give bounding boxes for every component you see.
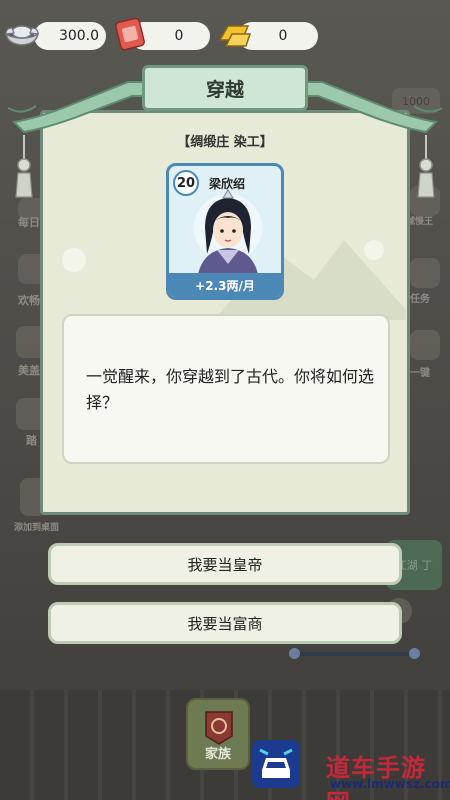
progress-knob-end (409, 648, 420, 659)
popup-title: 穿越 (142, 65, 308, 111)
gold-bar-icon (218, 25, 252, 47)
right-menu-icon-2 (410, 258, 440, 288)
character-portrait-icon (194, 189, 262, 280)
dialog-box: 一觉醒来，你穿越到了古代。你将如何选择？ (62, 314, 390, 464)
watermark-url: www.lmwwsz.com (330, 777, 450, 791)
token-value: 0 (174, 28, 184, 44)
clan-label: 家族 (204, 747, 231, 762)
silver-counter: 300.0 (34, 22, 106, 50)
progress-track (292, 652, 416, 656)
red-token-icon (115, 17, 145, 51)
right-menu-icon-3 (410, 330, 440, 360)
watermark-name: 道车手游网 (326, 754, 426, 800)
right-menu-label-3: 一键 (410, 368, 430, 379)
clan-emblem-icon (205, 711, 233, 745)
character-income: +2.3两/月 (169, 273, 281, 297)
left-menu-label-4: 踏 (26, 434, 37, 447)
clan-button[interactable]: 家族 (186, 698, 250, 770)
left-menu-label-2: 欢畅 (18, 294, 40, 307)
left-menu-label-5: 添加到桌面 (14, 523, 60, 533)
left-menu-label-3: 美盖 (18, 364, 40, 377)
watermark-logo-icon (252, 740, 300, 788)
right-menu-label-1: 减慢王 (406, 217, 434, 227)
character-card[interactable]: 20 梁欣绍 +2.3两/月 (166, 163, 284, 300)
right-menu-label-2: 任务 (410, 294, 430, 305)
progress-knob (289, 648, 300, 659)
choice-emperor-button[interactable]: 我要当皇帝 (48, 543, 402, 585)
popup-subtitle: 【绸缎庄 染工】 (177, 135, 273, 150)
silver-value: 300.0 (58, 28, 100, 44)
gold-value: 0 (278, 28, 288, 44)
dialog-text: 一觉醒来，你穿越到了古代。你将如何选择？ (86, 367, 375, 412)
left-menu-label-1: 每日 (18, 216, 40, 229)
silver-ingot-icon (4, 25, 40, 46)
choice-merchant-button[interactable]: 我要当富商 (48, 602, 402, 644)
